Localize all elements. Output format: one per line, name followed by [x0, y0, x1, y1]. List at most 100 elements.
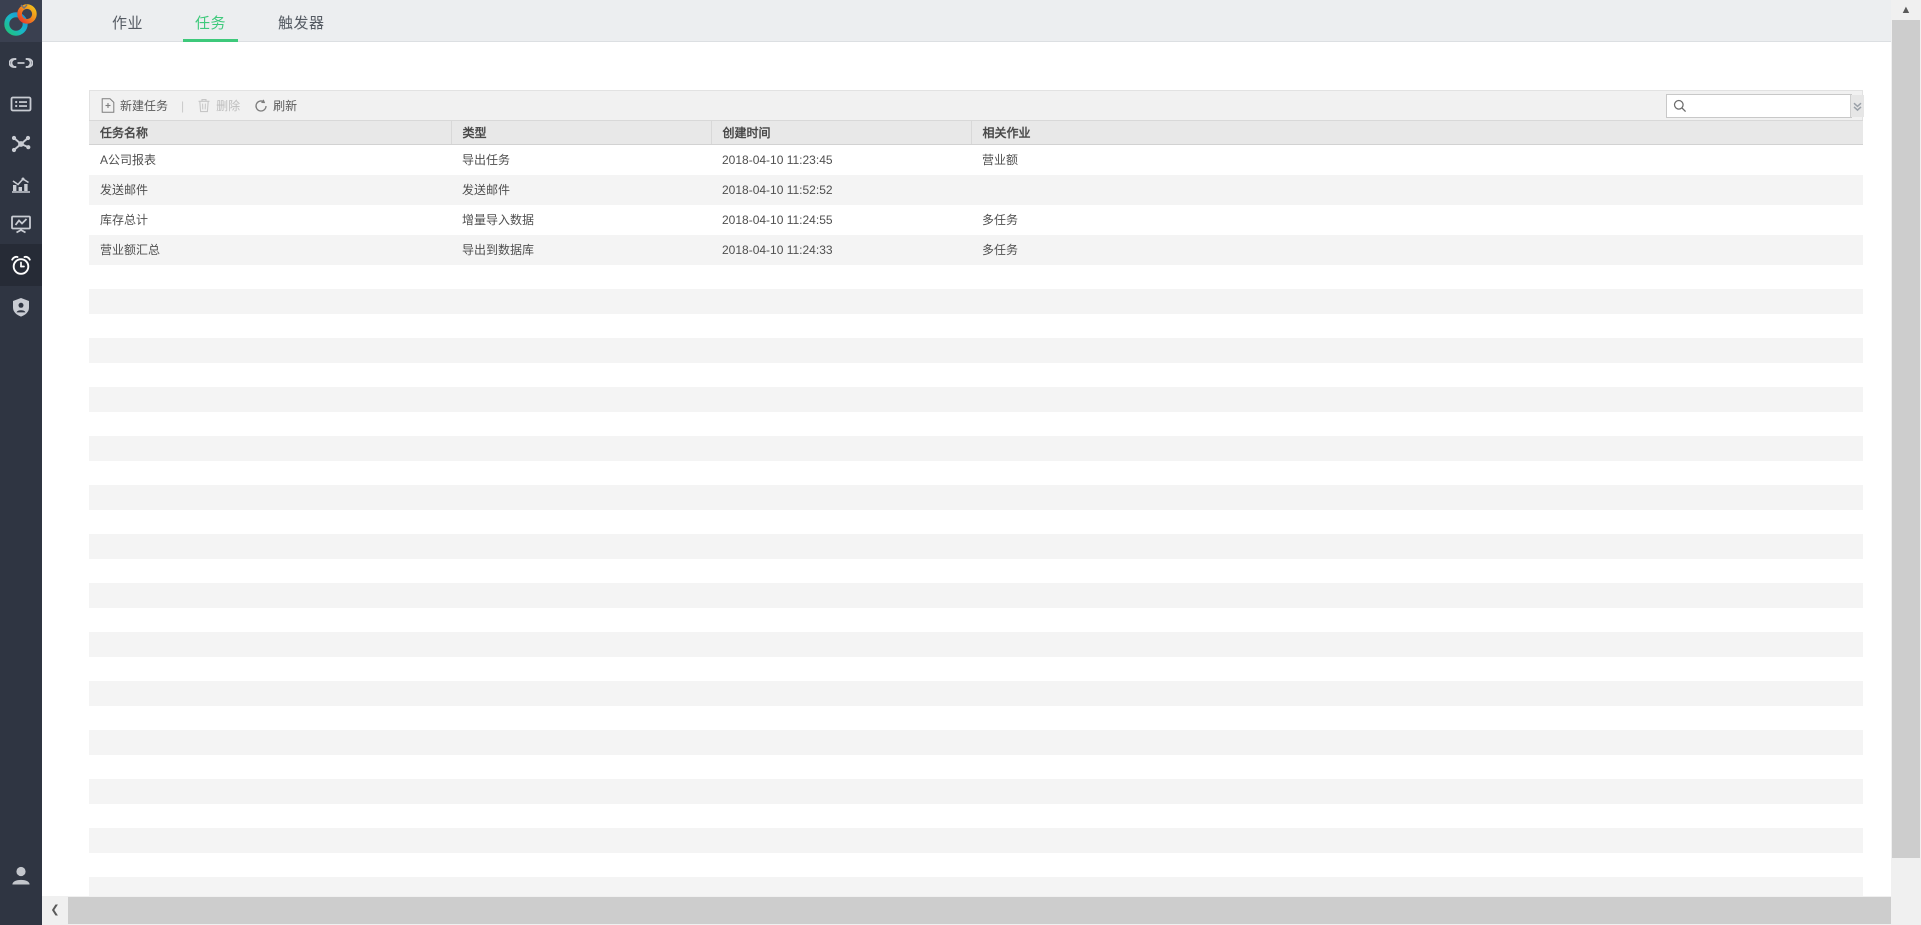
sidebar-item-security[interactable] [0, 286, 42, 328]
table-header-row: 任务名称 类型 创建时间 相关作业 [89, 120, 1863, 145]
app-root: 作业 任务 触发器 新建任务 | 删除 刷新 任务名称 类型 创建时间 相关作业… [0, 0, 1921, 925]
list-card-icon [10, 96, 32, 112]
cell-name: 发送邮件 [100, 183, 149, 197]
table-row[interactable]: 库存总计 增量导入数据 2018-04-10 11:24:55 多任务 [89, 204, 1863, 235]
search-input[interactable] [1667, 95, 1850, 117]
cell-name: 营业额汇总 [100, 243, 161, 257]
content-area: 新建任务 | 删除 刷新 任务名称 类型 创建时间 相关作业 A公司报表 导出任… [42, 43, 1891, 896]
table-row[interactable]: A公司报表 导出任务 2018-04-10 11:23:45 营业额 [89, 144, 1863, 175]
file-plus-icon [101, 98, 115, 113]
cell-created: 2018-04-10 11:24:33 [722, 242, 833, 257]
empty-row [89, 730, 1863, 755]
scroll-up-button[interactable]: ▲ [1891, 0, 1921, 20]
sidebar-item-analysis[interactable] [0, 164, 42, 204]
search-dropdown-button[interactable] [1850, 95, 1864, 117]
tab-jobs[interactable]: 作业 [100, 16, 155, 42]
sidebar-item-link[interactable] [0, 42, 42, 84]
chevron-double-down-icon [1853, 102, 1862, 111]
refresh-button[interactable]: 刷新 [254, 92, 297, 120]
column-header-job[interactable]: 相关作业 [971, 120, 1863, 145]
cell-created: 2018-04-10 11:52:52 [722, 182, 833, 197]
trash-icon [197, 98, 211, 113]
refresh-icon [254, 99, 268, 113]
cell-name: A公司报表 [100, 153, 157, 168]
sidebar-item-dashboard[interactable] [0, 204, 42, 244]
vertical-scrollbar[interactable]: ▲ ▼ [1891, 0, 1921, 925]
column-header-name[interactable]: 任务名称 [89, 120, 452, 145]
new-task-button[interactable]: 新建任务 [101, 92, 168, 120]
empty-row [89, 755, 1863, 780]
empty-row [89, 510, 1863, 535]
user-avatar[interactable] [0, 855, 42, 897]
delete-button[interactable]: 删除 [197, 92, 240, 120]
empty-row [89, 314, 1863, 339]
toolbar-separator: | [181, 98, 185, 113]
app-logo-rings-icon [4, 4, 37, 36]
cell-type: 增量导入数据 [462, 213, 535, 227]
empty-row [89, 265, 1863, 290]
empty-row-area [89, 265, 1863, 896]
empty-row [89, 681, 1863, 706]
empty-row [89, 338, 1863, 363]
empty-row [89, 877, 1863, 896]
cell-job: 多任务 [982, 213, 1019, 227]
empty-row [89, 461, 1863, 486]
nodes-icon [11, 135, 31, 153]
sidebar-item-schedule[interactable] [0, 244, 42, 286]
empty-row [89, 779, 1863, 804]
user-avatar-icon [12, 866, 30, 885]
horizontal-scrollbar[interactable]: ❮ [42, 896, 1891, 925]
empty-row [89, 534, 1863, 559]
cell-created: 2018-04-10 11:23:45 [722, 152, 833, 167]
alarm-clock-icon [11, 255, 31, 275]
cell-type: 导出到数据库 [462, 243, 535, 257]
link-icon [9, 57, 33, 69]
empty-row [89, 632, 1863, 657]
empty-row [89, 387, 1863, 412]
task-panel: 新建任务 | 删除 刷新 任务名称 类型 创建时间 相关作业 A公司报表 导出任… [89, 90, 1864, 896]
empty-row [89, 436, 1863, 461]
scroll-left-button[interactable]: ❮ [42, 896, 68, 925]
cell-type: 发送邮件 [462, 183, 511, 197]
sidebar-item-dataset[interactable] [0, 84, 42, 124]
empty-row [89, 804, 1863, 829]
sidebar-item-workflow[interactable] [0, 124, 42, 164]
table-row[interactable]: 发送邮件 发送邮件 2018-04-10 11:52:52 [89, 174, 1863, 205]
tab-triggers[interactable]: 触发器 [266, 16, 337, 42]
empty-row [89, 706, 1863, 731]
cell-job: 营业额 [982, 153, 1019, 168]
table-body: A公司报表 导出任务 2018-04-10 11:23:45 营业额 发送邮件 … [89, 144, 1863, 265]
scrollbar-corner [1891, 896, 1921, 925]
empty-row [89, 583, 1863, 608]
bar-chart-icon [12, 177, 30, 193]
empty-row [89, 608, 1863, 633]
chevron-up-icon: ▲ [1900, 3, 1912, 16]
table-head: 任务名称 类型 创建时间 相关作业 [89, 120, 1863, 145]
new-task-label: 新建任务 [120, 99, 169, 113]
empty-row [89, 657, 1863, 682]
presentation-chart-icon [11, 215, 31, 234]
cell-type: 导出任务 [462, 153, 511, 168]
empty-row [89, 853, 1863, 878]
app-logo[interactable] [0, 0, 42, 42]
horizontal-scroll-thumb[interactable] [68, 897, 1891, 924]
empty-row [89, 363, 1863, 388]
empty-row [89, 828, 1863, 853]
task-table: 任务名称 类型 创建时间 相关作业 A公司报表 导出任务 2018-04-10 … [89, 120, 1863, 265]
tab-list: 作业 任务 触发器 [42, 0, 1891, 42]
table-toolbar: 新建任务 | 删除 刷新 [89, 90, 1864, 120]
cell-created: 2018-04-10 11:24:55 [722, 212, 833, 227]
empty-row [89, 412, 1863, 437]
vertical-scroll-thumb[interactable] [1892, 20, 1920, 858]
column-header-created[interactable]: 创建时间 [711, 120, 972, 145]
chevron-left-icon: ❮ [50, 904, 60, 916]
empty-row [89, 559, 1863, 584]
empty-row [89, 485, 1863, 510]
cell-job: 多任务 [982, 243, 1019, 257]
refresh-label: 刷新 [273, 99, 298, 113]
table-row[interactable]: 营业额汇总 导出到数据库 2018-04-10 11:24:33 多任务 [89, 234, 1863, 265]
sidebar-nav [0, 42, 42, 328]
column-header-type[interactable]: 类型 [451, 120, 712, 145]
left-sidebar [0, 0, 42, 925]
tab-tasks[interactable]: 任务 [183, 16, 239, 42]
